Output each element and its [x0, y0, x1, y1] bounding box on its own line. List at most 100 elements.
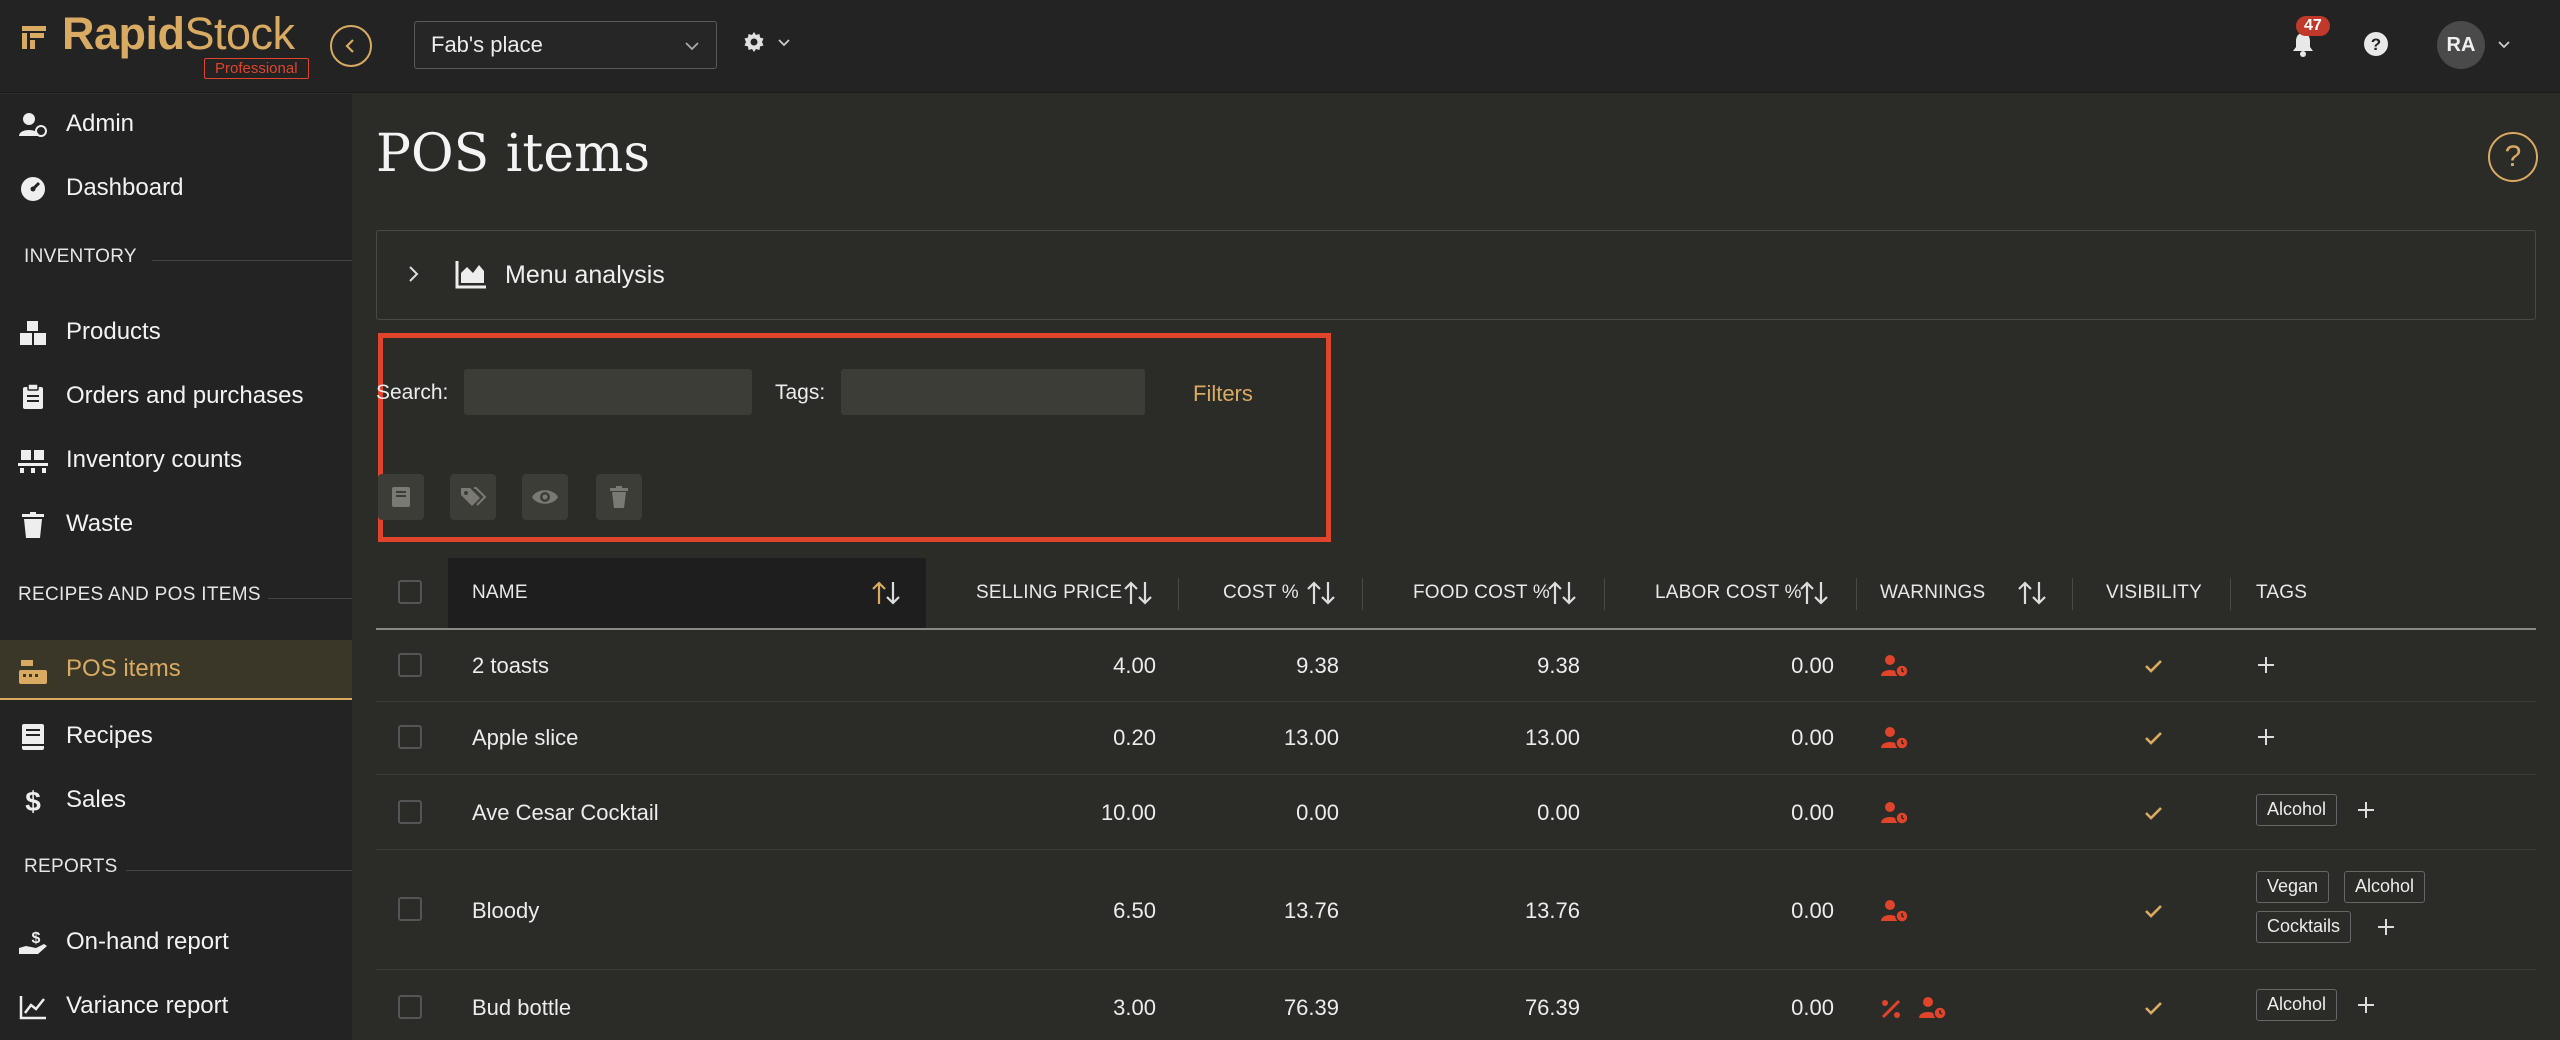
sidebar-item-inventory-counts[interactable]: Inventory counts	[0, 430, 352, 490]
row-checkbox[interactable]	[398, 653, 422, 677]
page-help-button[interactable]: ?	[2488, 132, 2538, 182]
help-circle-icon[interactable]: ?	[2362, 30, 2390, 58]
row-checkbox[interactable]	[398, 725, 422, 749]
filters-link[interactable]: Filters	[1193, 381, 1253, 407]
sort-icon-active[interactable]	[870, 580, 902, 606]
svg-text:$: $	[25, 787, 41, 815]
cost-pct: 13.76	[1283, 898, 1339, 923]
chevron-down-icon	[778, 39, 790, 47]
header-warnings[interactable]: WARNINGS	[1880, 558, 2000, 628]
user-clock-warning-icon	[1881, 727, 1909, 750]
sidebar-item-on-hand-report[interactable]: $ On-hand report	[0, 912, 352, 972]
eye-icon	[532, 490, 558, 504]
add-tag-icon[interactable]	[2376, 917, 2396, 937]
tag-chip[interactable]: Alcohol	[2344, 871, 2426, 903]
item-name[interactable]: Apple slice	[472, 725, 578, 751]
percent-warning-icon	[1881, 999, 1901, 1019]
chevron-left-icon	[345, 39, 354, 53]
header-food-cost-pct[interactable]: FOOD COST %	[1413, 558, 1553, 628]
user-clock-warning-icon	[1919, 997, 1947, 1020]
sort-icon[interactable]	[1546, 580, 1578, 606]
bulk-tag-button[interactable]	[450, 474, 496, 520]
table-row[interactable]: Ave Cesar Cocktail 10.00 0.00 0.00 0.00 …	[376, 776, 2536, 850]
tag-chip[interactable]: Cocktails	[2256, 911, 2352, 943]
table-row[interactable]: Apple slice 0.20 13.00 13.00 0.00	[376, 703, 2536, 775]
section-header-reports: REPORTS	[0, 856, 352, 886]
collapse-sidebar-button[interactable]	[330, 25, 372, 67]
sort-icon[interactable]	[2016, 580, 2048, 606]
item-name[interactable]: 2 toasts	[472, 653, 549, 679]
add-tag-icon[interactable]	[2256, 727, 2276, 747]
area-chart-icon	[455, 261, 486, 289]
row-checkbox[interactable]	[398, 800, 422, 824]
add-tag-icon[interactable]	[2256, 655, 2276, 675]
menu-analysis-label: Menu analysis	[505, 261, 665, 289]
search-input[interactable]	[464, 369, 752, 415]
row-checkbox[interactable]	[398, 995, 422, 1019]
user-clock-warning-icon	[1881, 900, 1909, 923]
add-tag-icon[interactable]	[2356, 800, 2376, 820]
sidebar-item-pos-items[interactable]: POS items	[0, 640, 352, 700]
item-name[interactable]: Bloody	[472, 898, 539, 924]
trash-icon	[610, 486, 628, 508]
tag-chip[interactable]: Alcohol	[2256, 794, 2338, 826]
sidebar-item-orders[interactable]: Orders and purchases	[0, 366, 352, 426]
sidebar-item-label: Orders and purchases	[66, 382, 304, 409]
header-tags: TAGS	[2256, 582, 2308, 603]
rapidstock-logo[interactable]: RapidStock Professional	[20, 6, 320, 79]
food-cost-pct: 9.38	[1537, 653, 1580, 678]
add-tag-icon[interactable]	[2356, 995, 2376, 1015]
logo-mark-icon	[22, 26, 46, 49]
selling-price: 10.00	[1100, 800, 1156, 825]
table-row[interactable]: 2 toasts 4.00 9.38 9.38 0.00	[376, 631, 2536, 702]
sidebar-item-dashboard[interactable]: Dashboard	[0, 158, 352, 218]
user-clock-warning-icon	[1881, 655, 1909, 678]
cost-pct: 76.39	[1283, 995, 1339, 1020]
store-select-value: Fab's place	[431, 32, 543, 57]
page-title: POS items	[376, 124, 651, 184]
item-name[interactable]: Ave Cesar Cocktail	[472, 800, 659, 826]
sort-icon[interactable]	[1305, 580, 1337, 606]
hand-holding-dollar-icon: $	[18, 930, 48, 956]
sidebar-item-products[interactable]: Products	[0, 302, 352, 362]
user-avatar[interactable]: RA	[2437, 21, 2485, 69]
sidebar-item-sales[interactable]: $ Sales	[0, 770, 352, 830]
search-label: Search:	[376, 381, 449, 404]
table-row[interactable]: Bud bottle 3.00 76.39 76.39 0.00 Alcohol	[376, 971, 2536, 1040]
header-selling-price[interactable]: SELLING PRICE	[976, 558, 1206, 628]
bulk-delete-button[interactable]	[596, 474, 642, 520]
bulk-recipe-button[interactable]	[378, 474, 424, 520]
tags-input[interactable]	[841, 369, 1145, 415]
row-checkbox[interactable]	[398, 897, 422, 921]
svg-text:?: ?	[2371, 35, 2381, 54]
boxes-icon	[18, 320, 48, 346]
sidebar-item-admin[interactable]: Admin	[0, 94, 352, 154]
tag-chip[interactable]: Alcohol	[2256, 989, 2338, 1021]
sort-icon[interactable]	[1798, 580, 1830, 606]
labor-cost-pct: 0.00	[1791, 653, 1834, 678]
header-labor-cost-pct[interactable]: LABOR COST %	[1655, 558, 1815, 628]
menu-analysis-panel[interactable]: Menu analysis	[376, 230, 2536, 320]
book-icon	[18, 724, 48, 750]
food-cost-pct: 76.39	[1524, 995, 1580, 1020]
sidebar-item-recipes[interactable]: Recipes	[0, 706, 352, 766]
cost-pct: 13.00	[1283, 725, 1339, 750]
header-name[interactable]: NAME	[448, 558, 926, 628]
top-bar: RapidStock Professional Fab's place 47 ?…	[0, 0, 2560, 93]
item-name[interactable]: Bud bottle	[472, 995, 571, 1021]
sort-icon[interactable]	[1122, 580, 1154, 606]
chevron-down-icon[interactable]	[2496, 36, 2512, 52]
sidebar-item-label: On-hand report	[66, 928, 229, 955]
tag-chip[interactable]: Vegan	[2256, 871, 2330, 903]
sidebar-item-waste[interactable]: Waste	[0, 494, 352, 554]
settings-menu-button[interactable]	[742, 30, 792, 54]
sidebar-item-variance-report[interactable]: Variance report	[0, 976, 352, 1036]
bulk-visibility-button[interactable]	[522, 474, 568, 520]
table-header: NAME SELLING PRICE COST % FOOD COST % LA…	[376, 558, 2536, 630]
logo-text: RapidStock	[62, 8, 295, 59]
labor-cost-pct: 0.00	[1791, 898, 1834, 923]
select-all-checkbox[interactable]	[398, 580, 422, 604]
sidebar-item-label: Admin	[66, 110, 135, 137]
table-row[interactable]: Bloody 6.50 13.76 13.76 0.00 Vegan Alcoh…	[376, 851, 2536, 970]
store-select[interactable]: Fab's place	[414, 21, 717, 69]
